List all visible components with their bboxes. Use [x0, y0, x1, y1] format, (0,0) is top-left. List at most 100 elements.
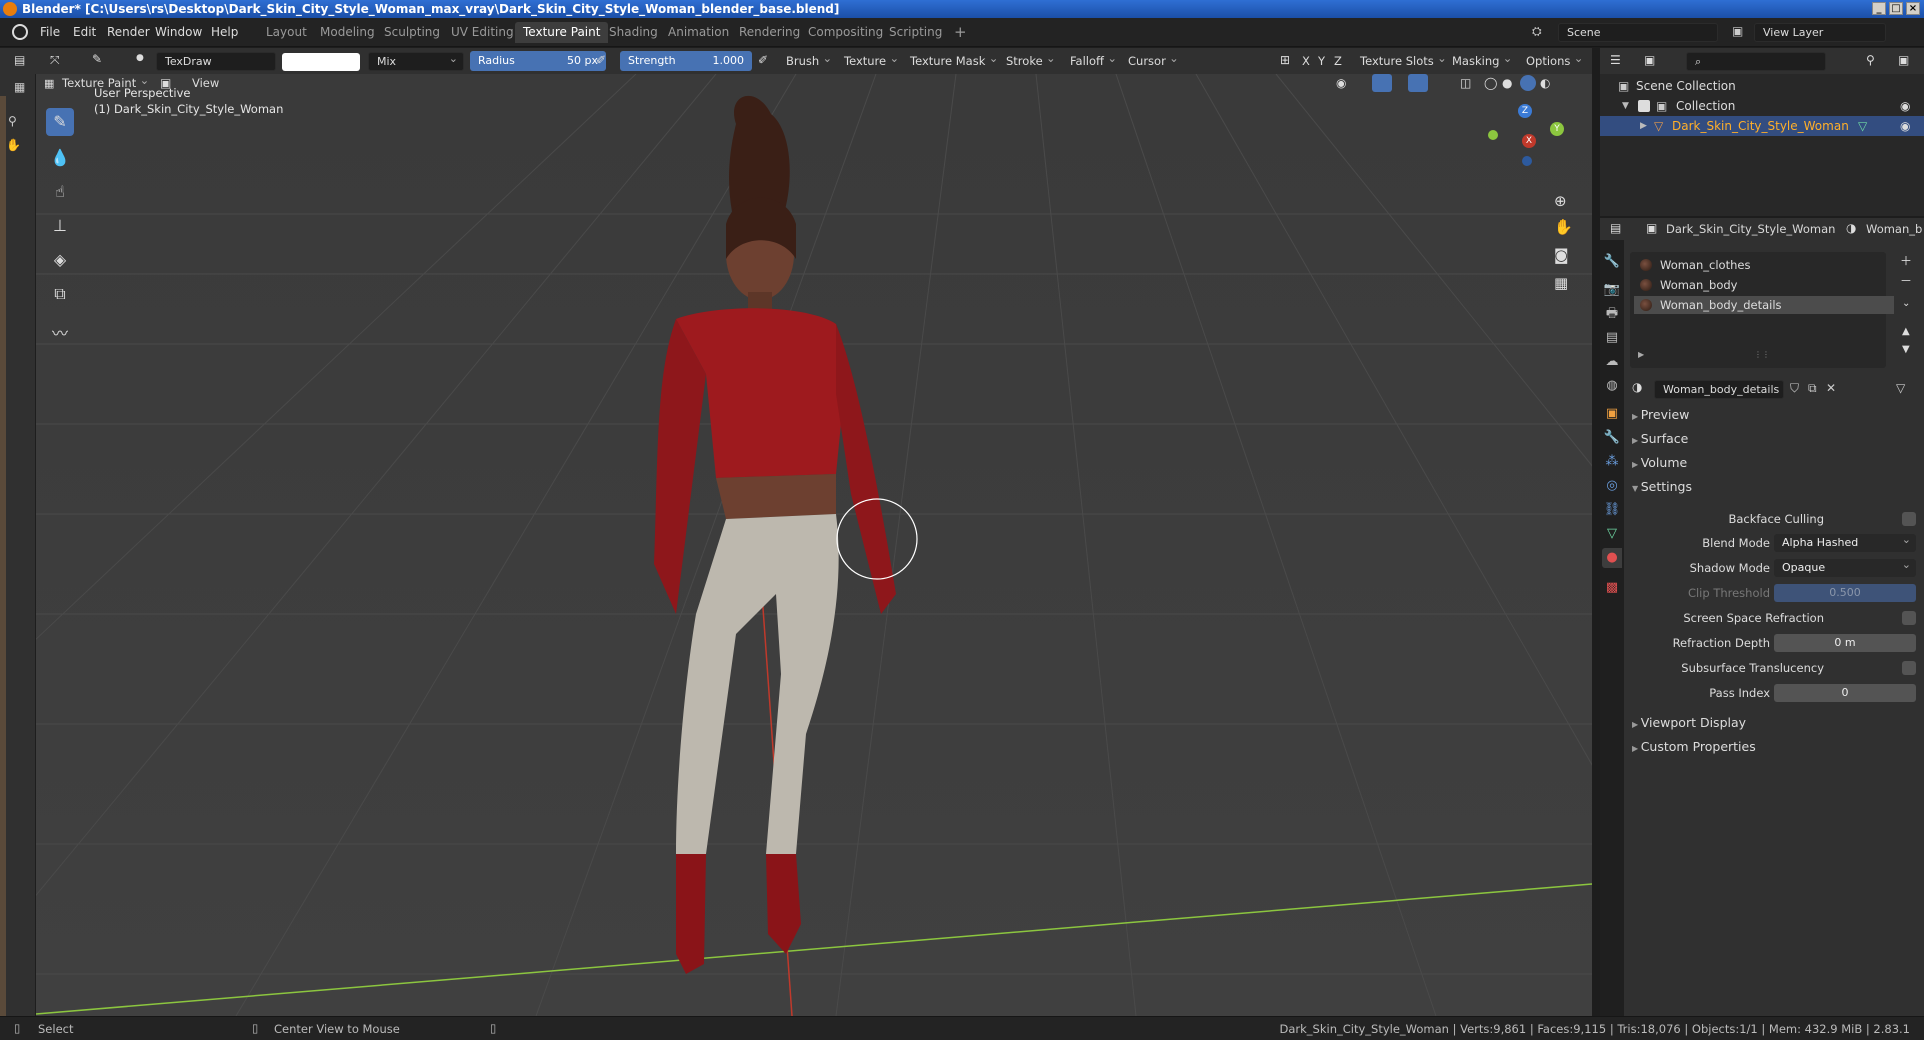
modifier-tab-icon[interactable]: 🔧 [1602, 428, 1622, 448]
navigation-gizmo[interactable]: Z Y X [1476, 104, 1566, 174]
menu-edit[interactable]: Edit [73, 25, 96, 39]
view-menu[interactable]: View [186, 74, 225, 93]
overlay-toggle-icon[interactable] [1408, 74, 1428, 92]
soften-tool-icon[interactable]: 💧 [46, 144, 74, 172]
brush-icon[interactable]: ✎ [92, 52, 102, 66]
mirror-z-toggle[interactable]: Z [1328, 52, 1348, 71]
eye-icon[interactable]: ◉ [1900, 116, 1910, 136]
unlink-material-icon[interactable]: ✕ [1826, 381, 1836, 395]
brush-type-icon[interactable]: ● [136, 53, 144, 63]
slots-toggle-icon[interactable]: ▣ [160, 76, 171, 90]
move-up-icon[interactable]: ▲ [1902, 326, 1910, 337]
camera-icon[interactable]: ◙ [1554, 246, 1569, 264]
viewport-display-panel[interactable]: ▶ Viewport Display [1632, 712, 1746, 734]
slot-specials-icon[interactable]: ⌄ [1902, 298, 1910, 309]
rendered-shading-icon[interactable]: ◐ [1540, 76, 1550, 90]
backface-culling-checkbox[interactable] [1902, 512, 1916, 526]
tab-texture-paint[interactable]: Texture Paint [515, 22, 609, 43]
new-collection-icon[interactable]: ▣ [1898, 53, 1909, 67]
annotate-tool-icon[interactable]: 〰 [46, 320, 74, 348]
texture-menu[interactable]: Texture [838, 49, 904, 71]
material-slot[interactable]: Woman_body [1634, 276, 1894, 294]
material-slot-selected[interactable]: Woman_body_details [1634, 296, 1894, 314]
outliner-row-object[interactable]: ▶ ▽ Dark_Skin_City_Style_Woman ▽ ◉ [1600, 116, 1924, 136]
tab-rendering[interactable]: Rendering [731, 22, 808, 43]
ssr-checkbox[interactable] [1902, 611, 1916, 625]
add-workspace-button[interactable]: + [946, 22, 975, 43]
visibility-icon[interactable]: ◉ [1336, 76, 1346, 90]
3d-viewport[interactable]: User Perspective (1) Dark_Skin_City_Styl… [36, 74, 1592, 1016]
filter-icon[interactable]: ⚲ [1866, 53, 1875, 67]
tab-sculpting[interactable]: Sculpting [376, 22, 448, 43]
fill-tool-icon[interactable]: ◈ [46, 246, 74, 274]
menu-window[interactable]: Window [155, 25, 202, 39]
list-resize-handle[interactable]: ⋮⋮ [1754, 350, 1770, 359]
object-tab-icon[interactable]: ▣ [1602, 404, 1622, 424]
mesh-data-icon[interactable]: ▽ [1858, 116, 1867, 136]
outliner-editor-icon[interactable]: ☰ [1610, 53, 1621, 67]
tab-uv-editing[interactable]: UV Editing [443, 22, 522, 43]
gizmo-x[interactable]: X [1522, 134, 1536, 148]
menu-file[interactable]: File [40, 25, 60, 39]
tab-animation[interactable]: Animation [660, 22, 737, 43]
brush-name-field[interactable]: TexDraw [156, 52, 276, 71]
gizmo-z[interactable]: Z [1518, 104, 1532, 118]
stroke-menu[interactable]: Stroke [1000, 49, 1061, 71]
surface-panel[interactable]: ▶ Surface [1632, 428, 1688, 450]
brush-color-swatch[interactable] [282, 53, 360, 71]
smear-tool-icon[interactable]: ☝ [46, 178, 74, 206]
gizmo-toggle-icon[interactable] [1372, 74, 1392, 92]
display-mode-icon[interactable]: ▣ [1644, 53, 1655, 67]
constraints-tab-icon[interactable]: ⛓ [1602, 500, 1622, 520]
menu-help[interactable]: Help [211, 25, 238, 39]
pass-index-field[interactable]: 0 [1774, 684, 1916, 702]
list-expand-icon[interactable]: ▶ [1638, 350, 1644, 359]
tab-scripting[interactable]: Scripting [881, 22, 950, 43]
expand-arrow-icon[interactable]: ▼ [1622, 96, 1629, 116]
outliner-row-collection[interactable]: ▼ ▣ Collection ◉ [1600, 96, 1924, 116]
texture-slots-menu[interactable]: Texture Slots [1354, 49, 1452, 71]
particles-tab-icon[interactable]: ⁂ [1602, 452, 1622, 472]
world-tab-icon[interactable]: ◍ [1602, 376, 1622, 396]
expand-arrow-icon[interactable]: ▶ [1640, 116, 1647, 136]
view-layer-icon[interactable]: ▣ [1732, 24, 1743, 38]
render-tab-icon[interactable]: 📷 [1602, 280, 1622, 300]
zoom-icon[interactable]: ⊕ [1554, 192, 1567, 210]
minimize-button[interactable]: _ [1872, 2, 1886, 15]
wireframe-shading-icon[interactable]: ◯ [1484, 76, 1497, 90]
scene-tab-icon[interactable]: ☁ [1602, 352, 1622, 372]
duplicate-material-icon[interactable]: ⧉ [1808, 381, 1817, 396]
mask-tool-icon[interactable]: ⧉ [46, 280, 74, 308]
tab-shading[interactable]: Shading [601, 22, 666, 43]
material-filter-icon[interactable]: ▽ [1896, 381, 1905, 395]
material-shading-icon[interactable] [1520, 75, 1536, 91]
blender-menu-icon[interactable] [12, 24, 28, 40]
clone-tool-icon[interactable]: ⊥ [46, 212, 74, 240]
subsurface-checkbox[interactable] [1902, 661, 1916, 675]
strength-pressure-icon[interactable]: ✐ [758, 53, 768, 67]
view-layer-tab-icon[interactable]: ▤ [1602, 328, 1622, 348]
properties-editor-icon[interactable]: ▤ [1610, 221, 1621, 235]
add-slot-button[interactable]: ＋ [1900, 252, 1912, 269]
cursor-menu[interactable]: Cursor [1122, 49, 1184, 71]
maximize-button[interactable]: □ [1889, 2, 1903, 15]
tab-modeling[interactable]: Modeling [312, 22, 383, 43]
mode-dropdown[interactable]: Texture Paint [56, 74, 154, 93]
ortho-grid-icon[interactable]: ▦ [1554, 274, 1568, 292]
tool-settings-icon[interactable]: ⤧ [50, 53, 60, 68]
browse-material-icon[interactable]: ◑ [1632, 380, 1642, 394]
preview-panel[interactable]: ▶ Preview [1632, 404, 1689, 426]
symmetry-icon[interactable]: ⊞ [1280, 53, 1290, 67]
gizmo-y[interactable]: Y [1550, 122, 1564, 136]
tab-compositing[interactable]: Compositing [800, 22, 891, 43]
remove-slot-button[interactable]: － [1900, 272, 1912, 289]
clip-threshold-slider[interactable]: 0.500 [1774, 584, 1916, 602]
move-down-icon[interactable]: ▼ [1902, 344, 1910, 355]
blend-mode-select[interactable]: Alpha Hashed [1774, 531, 1916, 552]
outliner-row-scene-collection[interactable]: ▣ Scene Collection [1600, 76, 1924, 96]
pan-icon[interactable]: ✋ [1554, 218, 1573, 236]
material-slot[interactable]: Woman_clothes [1634, 256, 1894, 274]
physics-tab-icon[interactable]: ◎ [1602, 476, 1622, 496]
volume-panel[interactable]: ▶ Volume [1632, 452, 1687, 474]
output-tab-icon[interactable]: 🖶 [1602, 304, 1622, 324]
